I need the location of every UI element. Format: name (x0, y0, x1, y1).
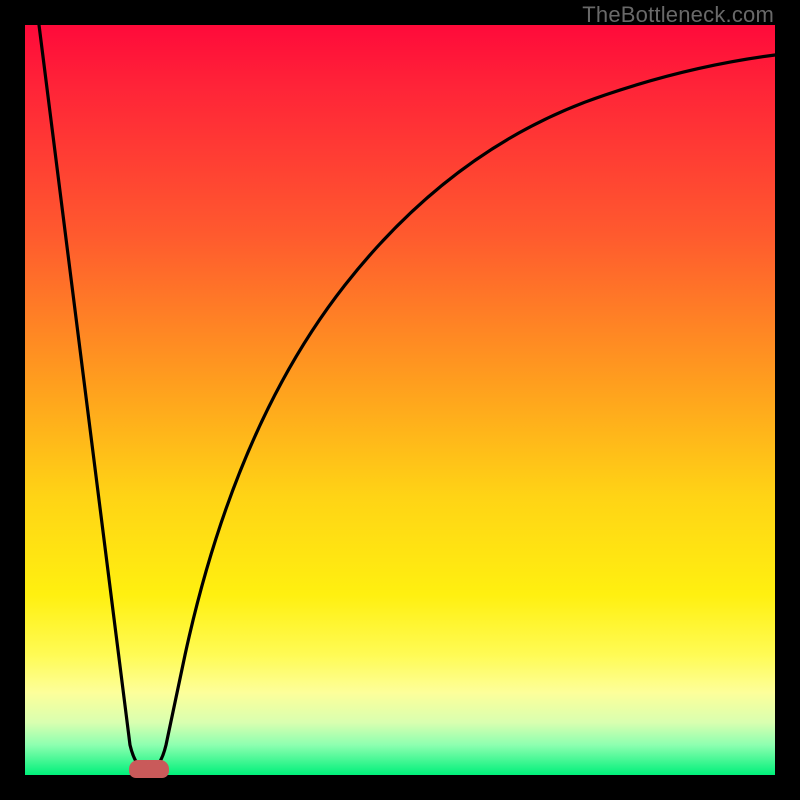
min-marker (129, 760, 169, 778)
bottleneck-curve (25, 25, 775, 775)
curve-path (39, 25, 775, 770)
